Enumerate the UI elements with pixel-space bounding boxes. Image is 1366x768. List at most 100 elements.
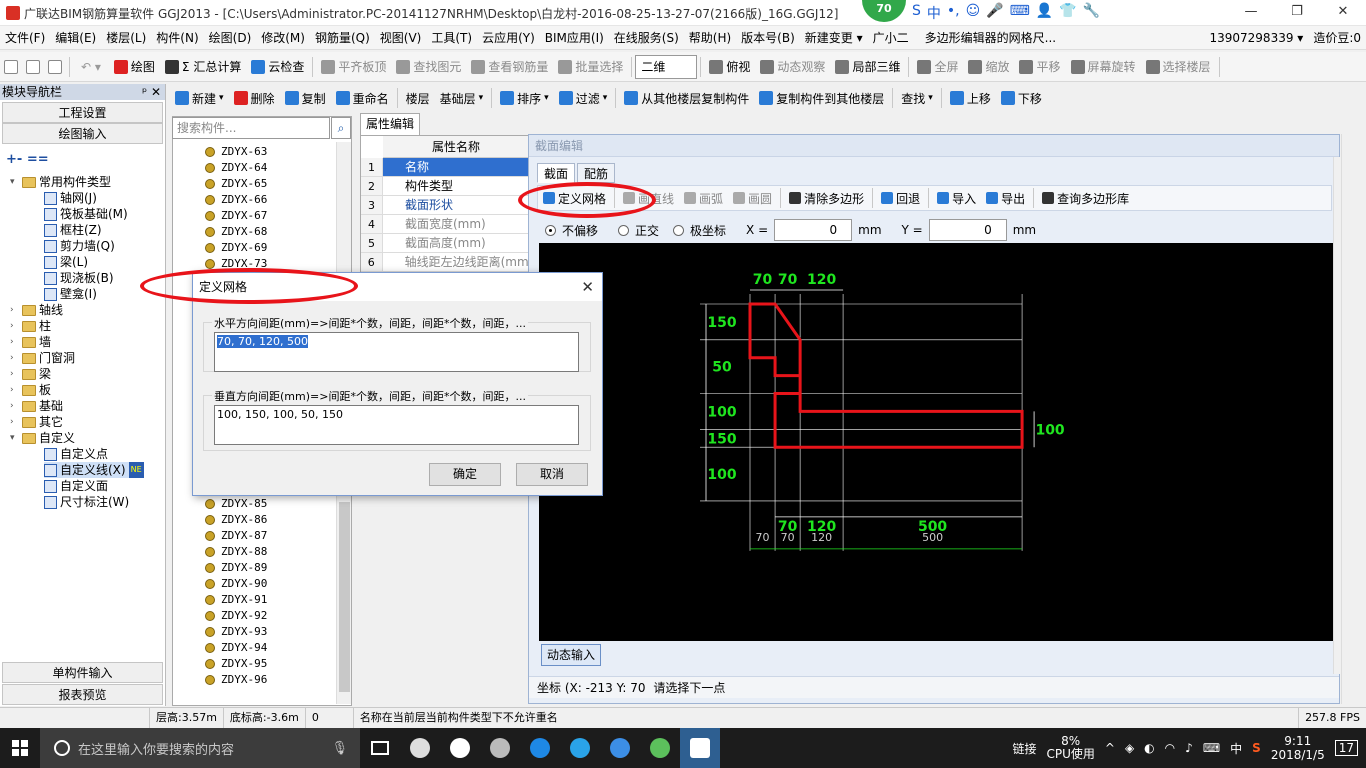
menu-item-0[interactable]: 文件(F)	[0, 26, 50, 50]
component-list-item[interactable]: ZDYX-87	[205, 528, 267, 544]
skin-icon[interactable]: 👕	[1059, 3, 1076, 23]
ok-button[interactable]: 确定	[429, 463, 501, 486]
toolbar-button-12[interactable]: 缩放	[963, 55, 1014, 79]
tree-toggle-icon[interactable]: ›	[10, 366, 19, 382]
vertical-spacing-input[interactable]: 100, 150, 100, 50, 150	[217, 408, 343, 421]
component-tool-7[interactable]: 过滤 ▾	[554, 86, 613, 110]
section-tool-7[interactable]: 导出	[981, 186, 1030, 210]
component-list-item[interactable]: ZDYX-63	[205, 144, 267, 160]
task-view-icon[interactable]	[360, 728, 400, 768]
report-preview-button[interactable]: 报表预览	[2, 684, 163, 705]
property-row[interactable]: 6 轴线距左边线距离(mm)	[361, 253, 531, 272]
component-tool-0[interactable]: 新建 ▾	[170, 86, 229, 110]
component-list-item[interactable]: ZDYX-68	[205, 224, 267, 240]
menu-item-16[interactable]: 多边形编辑器的网格尺...	[920, 26, 1061, 50]
tree-toggle-icon[interactable]: ▾	[10, 174, 19, 190]
nav-tree-item-6[interactable]: 现浇板(B)	[44, 270, 114, 286]
dialog-close-icon[interactable]: ✕	[581, 273, 594, 301]
nav-tree-item-17[interactable]: 自定义点	[44, 446, 108, 462]
property-row[interactable]: 1 名称	[361, 158, 531, 177]
nav-tree-item-4[interactable]: 剪力墙(Q)	[44, 238, 115, 254]
component-tool-12[interactable]: 下移	[996, 86, 1047, 110]
main-scrollbar[interactable]	[1341, 134, 1358, 704]
tree-toggle-icon[interactable]: ›	[10, 398, 19, 414]
notification-badge[interactable]: 17	[1334, 740, 1358, 756]
new-file-icon[interactable]	[4, 59, 18, 74]
tray-chevron-icon[interactable]: ^	[1105, 741, 1115, 755]
menu-item-13[interactable]: 版本号(B)	[736, 26, 800, 50]
drawing-canvas[interactable]: 70 70 120 150 50 100 150 100 70 120 500 70 70 120 500 1…	[539, 243, 1333, 641]
undo-icon[interactable]: ↶ ▾	[81, 60, 101, 74]
toolbar-button-2[interactable]: 云检查	[246, 55, 309, 79]
nav-tree-item-3[interactable]: 框柱(Z)	[44, 222, 102, 238]
menu-item-12[interactable]: 帮助(H)	[684, 26, 736, 50]
menu-item-2[interactable]: 楼层(L)	[101, 26, 151, 50]
glodon-g-icon[interactable]	[600, 728, 640, 768]
nav-tree-item-2[interactable]: 筏板基础(M)	[44, 206, 128, 222]
open-file-icon[interactable]	[26, 59, 40, 74]
component-list-item[interactable]: ZDYX-91	[205, 592, 267, 608]
ie-icon[interactable]	[560, 728, 600, 768]
component-tool-3[interactable]: 重命名	[331, 86, 394, 110]
expand-collapse-icon[interactable]: +- ==	[6, 152, 49, 167]
single-component-input-button[interactable]: 单构件输入	[2, 662, 163, 683]
nav-tree-item-13[interactable]: › 板	[10, 382, 51, 398]
menu-item-11[interactable]: 在线服务(S)	[609, 26, 684, 50]
tree-toggle-icon[interactable]: ›	[10, 334, 19, 350]
component-tool-5[interactable]: 基础层 ▾	[435, 86, 489, 110]
ime-chinese[interactable]: 中	[927, 3, 941, 23]
voice-icon[interactable]: 🎤	[986, 3, 1003, 23]
toolbar-button-4[interactable]: 查找图元	[391, 55, 466, 79]
save-file-icon[interactable]	[48, 59, 62, 74]
clock[interactable]: 9:11 2018/1/5	[1271, 734, 1325, 762]
menu-item-5[interactable]: 修改(M)	[256, 26, 310, 50]
toolbar-button-3[interactable]: 平齐板顶	[316, 55, 391, 79]
polar-radio[interactable]	[673, 224, 685, 236]
nav-tree-item-18[interactable]: 自定义线(X) NE	[44, 462, 144, 478]
toolbar-button-10[interactable]: 局部三维	[830, 55, 905, 79]
section-drawing[interactable]: 70 70 1201505010015010070 120 50070 70 120 5001…	[539, 243, 1333, 641]
pin-close-icon[interactable]: ᵖ ✕	[142, 84, 161, 100]
ime-toolbar[interactable]: S 中 •, ☺ 🎤 ⌨ 👤 👕 🔧	[912, 3, 1100, 23]
fan-app-icon[interactable]	[400, 728, 440, 768]
horizontal-spacing-input[interactable]: 70, 70, 120, 500	[217, 335, 308, 348]
component-list-item[interactable]: ZDYX-95	[205, 656, 267, 672]
start-windows-icon[interactable]	[0, 728, 40, 768]
tab-property-edit[interactable]: 属性编辑	[360, 113, 420, 135]
component-tool-2[interactable]: 复制	[280, 86, 331, 110]
nav-tree-item-20[interactable]: 尺寸标注(W)	[44, 494, 129, 510]
search-icon[interactable]: ⌕	[331, 117, 351, 139]
component-tool-8[interactable]: 从其他楼层复制构件	[619, 86, 754, 110]
section-tool-3[interactable]: 画圆	[728, 186, 777, 210]
orthogonal-radio[interactable]	[618, 224, 630, 236]
nav-tree-item-8[interactable]: › 轴线	[10, 302, 63, 318]
component-list-item[interactable]: ZDYX-92	[205, 608, 267, 624]
project-settings-button[interactable]: 工程设置	[2, 102, 163, 123]
property-row[interactable]: 4 截面宽度(mm)	[361, 215, 531, 234]
nav-tree-item-5[interactable]: 梁(L)	[44, 254, 88, 270]
menu-item-8[interactable]: 工具(T)	[426, 26, 477, 50]
component-list-item[interactable]: ZDYX-69	[205, 240, 267, 256]
green-app-icon[interactable]	[640, 728, 680, 768]
component-list-item[interactable]: ZDYX-90	[205, 576, 267, 592]
edge-blue-icon[interactable]	[520, 728, 560, 768]
component-list-item[interactable]: ZDYX-93	[205, 624, 267, 640]
tree-toggle-icon[interactable]: ›	[10, 302, 19, 318]
toolbar-button-0[interactable]: 绘图	[109, 55, 160, 79]
toolbar-button-8[interactable]: 俯视	[704, 55, 755, 79]
nav-tree-item-10[interactable]: › 墙	[10, 334, 51, 350]
component-list-item[interactable]: ZDYX-65	[205, 176, 267, 192]
tray-sogou-icon[interactable]: S	[1252, 741, 1261, 755]
nav-tree-item-16[interactable]: ▾ 自定义	[10, 430, 75, 446]
tray-ime-label[interactable]: 中	[1230, 740, 1242, 757]
nav-tree-item-19[interactable]: 自定义面	[44, 478, 108, 494]
menu-item-10[interactable]: BIM应用(I)	[540, 26, 609, 50]
tray-network-icon[interactable]: ◈	[1125, 741, 1134, 755]
component-list-item[interactable]: ZDYX-67	[205, 208, 267, 224]
close-button[interactable]: ✕	[1320, 0, 1366, 24]
cancel-button[interactable]: 取消	[516, 463, 588, 486]
property-row[interactable]: 5 截面高度(mm)	[361, 234, 531, 253]
tab-rebar[interactable]: 配筋	[577, 163, 616, 183]
component-tool-9[interactable]: 复制构件到其他楼层	[754, 86, 889, 110]
nav-tree-item-14[interactable]: › 基础	[10, 398, 63, 414]
